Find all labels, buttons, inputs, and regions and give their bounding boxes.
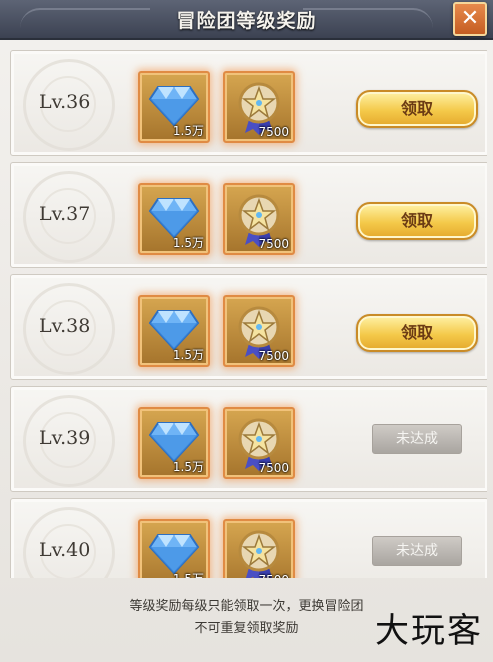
gem-quantity: 1.5万 [172, 124, 204, 138]
medal-quantity: 7500 [258, 573, 289, 578]
claim-button[interactable]: 领取 [356, 90, 478, 128]
close-icon: ✕ [460, 6, 480, 31]
not-reached-status: 未达成 [372, 424, 462, 454]
claim-button[interactable]: 领取 [356, 314, 478, 352]
gem-reward-slot[interactable]: 1.5万 [138, 519, 210, 578]
close-button[interactable]: ✕ [453, 2, 487, 36]
level-label: Lv.38 [39, 315, 91, 337]
level-label: Lv.40 [39, 539, 91, 561]
claim-button[interactable]: 领取 [356, 202, 478, 240]
medal-reward-slot[interactable]: 7500 [223, 519, 295, 578]
level-label: Lv.39 [39, 427, 91, 449]
medal-reward-slot[interactable]: 7500 [223, 407, 295, 479]
reward-list[interactable]: Lv.36 1.5万 7500 领取 Lv.37 1.5万 7500 领取 Lv… [10, 50, 487, 578]
blue-diamond-icon [148, 310, 200, 351]
brand-watermark: 大玩客 [375, 611, 483, 651]
reward-dialog: 冒险团等级奖励 ✕ Lv.36 1.5万 7500 领取 Lv.37 1.5万 … [0, 0, 493, 662]
medal-quantity: 7500 [258, 125, 289, 139]
reward-row-lv37: Lv.37 1.5万 7500 领取 [10, 162, 487, 268]
gem-quantity: 1.5万 [172, 348, 204, 362]
gem-reward-slot[interactable]: 1.5万 [138, 295, 210, 367]
blue-diamond-icon [148, 422, 200, 463]
dialog-title: 冒险团等级奖励 [176, 10, 317, 32]
medal-quantity: 7500 [258, 349, 289, 363]
level-label: Lv.36 [39, 91, 91, 113]
reward-row-lv36: Lv.36 1.5万 7500 领取 [10, 50, 487, 156]
blue-diamond-icon [148, 534, 200, 575]
reward-row-lv38: Lv.38 1.5万 7500 领取 [10, 274, 487, 380]
medal-quantity: 7500 [258, 461, 289, 475]
reward-row-lv40: Lv.40 1.5万 7500 未达成 [10, 498, 487, 578]
level-label: Lv.37 [39, 203, 91, 225]
gem-quantity: 1.5万 [172, 460, 204, 474]
blue-diamond-icon [148, 86, 200, 127]
star-medal-icon [238, 530, 280, 578]
title-bar: 冒险团等级奖励 ✕ [0, 0, 493, 40]
blue-diamond-icon [148, 198, 200, 239]
medal-quantity: 7500 [258, 237, 289, 251]
not-reached-status: 未达成 [372, 536, 462, 566]
medal-reward-slot[interactable]: 7500 [223, 183, 295, 255]
gem-quantity: 1.5万 [173, 570, 204, 578]
gem-reward-slot[interactable]: 1.5万 [138, 183, 210, 255]
gem-reward-slot[interactable]: 1.5万 [138, 407, 210, 479]
gem-quantity: 1.5万 [172, 236, 204, 250]
medal-reward-slot[interactable]: 7500 [223, 295, 295, 367]
gem-reward-slot[interactable]: 1.5万 [138, 71, 210, 143]
medal-reward-slot[interactable]: 7500 [223, 71, 295, 143]
reward-row-lv39: Lv.39 1.5万 7500 未达成 [10, 386, 487, 492]
